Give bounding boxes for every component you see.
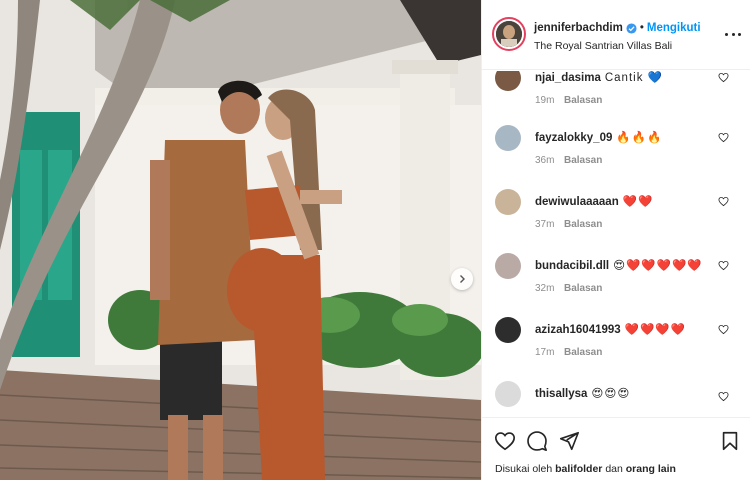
chevron-right-icon [460, 275, 465, 283]
comment-time: 37m [535, 219, 555, 230]
commenter-avatar[interactable] [495, 381, 521, 407]
reply-button[interactable]: Balasan [564, 283, 602, 294]
comment-item: fayzalokky_09 🔥🔥🔥 36m Balasan [482, 125, 750, 185]
comment-time: 36m [535, 155, 555, 166]
post-side-panel: jenniferbachdim • Mengikuti The Royal Sa… [481, 0, 750, 480]
comment-time: 32m [535, 283, 555, 294]
commenter-username[interactable]: njai_dasima Cantik 💙 [535, 71, 663, 84]
comment-item: njai_dasima Cantik 💙 19m Balasan [482, 71, 750, 125]
post-header: jenniferbachdim • Mengikuti The Royal Sa… [482, 0, 750, 70]
commenter-username[interactable]: fayzalokky_09 🔥🔥🔥 [535, 130, 662, 144]
more-options-icon[interactable] [725, 30, 741, 38]
comment-time: 17m [535, 347, 555, 358]
commenter-avatar[interactable] [495, 71, 521, 91]
carousel-next-button[interactable] [451, 268, 473, 290]
liked-by-others-link[interactable]: orang lain [626, 463, 676, 475]
bookmark-save-icon[interactable] [719, 430, 741, 452]
heart-outline-icon[interactable] [718, 391, 729, 402]
reply-button[interactable]: Balasan [564, 95, 602, 106]
comment-item: azizah16041993 ❤️❤️❤️❤️ 17m Balasan [482, 317, 750, 377]
verified-badge-icon [626, 22, 637, 34]
commenter-avatar[interactable] [495, 125, 521, 151]
comment-username[interactable]: thisallysa [535, 388, 587, 400]
like-heart-icon[interactable] [494, 430, 516, 452]
comment-text: 😍❤️❤️❤️❤️❤️ [613, 260, 703, 272]
heart-outline-icon[interactable] [718, 260, 729, 271]
post-image [0, 0, 481, 480]
comment-time: 19m [535, 95, 555, 106]
reply-button[interactable]: Balasan [564, 347, 602, 358]
reply-button[interactable]: Balasan [564, 219, 602, 230]
comment-username[interactable]: azizah16041993 [535, 324, 621, 336]
separator-dot: • [639, 22, 644, 34]
comment-text: ❤️❤️❤️❤️ [624, 324, 686, 336]
author-username[interactable]: jenniferbachdim [534, 22, 623, 34]
commenter-avatar[interactable] [495, 317, 521, 343]
liked-by-user-link[interactable]: balifolder [555, 463, 602, 475]
heart-outline-icon[interactable] [718, 72, 729, 83]
commenter-username[interactable]: thisallysa 😍😍😍 [535, 386, 630, 400]
liked-by-prefix: Disukai oleh [495, 463, 553, 475]
comment-username[interactable]: dewiwulaaaaan [535, 196, 619, 208]
commenter-username[interactable]: bundacibil.dll 😍❤️❤️❤️❤️❤️ [535, 258, 703, 272]
commenter-username[interactable]: azizah16041993 ❤️❤️❤️❤️ [535, 322, 686, 336]
author-avatar-image [496, 21, 522, 47]
liked-by-conjunction: dan [605, 463, 623, 475]
heart-outline-icon[interactable] [718, 132, 729, 143]
comment-username[interactable]: fayzalokky_09 [535, 132, 612, 144]
comment-username[interactable]: njai_dasima [535, 72, 601, 84]
author-avatar[interactable] [492, 17, 526, 51]
commenter-avatar[interactable] [495, 253, 521, 279]
comment-bubble-icon[interactable] [526, 430, 548, 452]
comments-list[interactable]: njai_dasima Cantik 💙 19m Balasan fayzalok… [482, 71, 750, 416]
post-location[interactable]: The Royal Santrian Villas Bali [534, 40, 672, 52]
comment-item: dewiwulaaaaan ❤️❤️ 37m Balasan [482, 189, 750, 249]
commenter-avatar[interactable] [495, 189, 521, 215]
liked-by-text: Disukai oleh balifolder dan orang lain [495, 463, 676, 475]
post-actions-bar: Disukai oleh balifolder dan orang lain [482, 417, 750, 480]
following-button[interactable]: Mengikuti [647, 22, 701, 34]
share-paper-plane-icon[interactable] [558, 430, 580, 452]
heart-outline-icon[interactable] [718, 324, 729, 335]
commenter-username[interactable]: dewiwulaaaaan ❤️❤️ [535, 194, 653, 208]
heart-outline-icon[interactable] [718, 196, 729, 207]
comment-text: 😍😍😍 [591, 388, 631, 400]
comment-text: Cantik 💙 [604, 72, 663, 84]
comment-text: 🔥🔥🔥 [616, 132, 663, 144]
comment-item: thisallysa 😍😍😍 [482, 381, 750, 416]
comment-username[interactable]: bundacibil.dll [535, 260, 609, 272]
reply-button[interactable]: Balasan [564, 155, 602, 166]
comment-text: ❤️❤️ [622, 196, 654, 208]
comment-item: bundacibil.dll 😍❤️❤️❤️❤️❤️ 32m Balasan [482, 253, 750, 313]
post-photo[interactable] [0, 0, 481, 480]
